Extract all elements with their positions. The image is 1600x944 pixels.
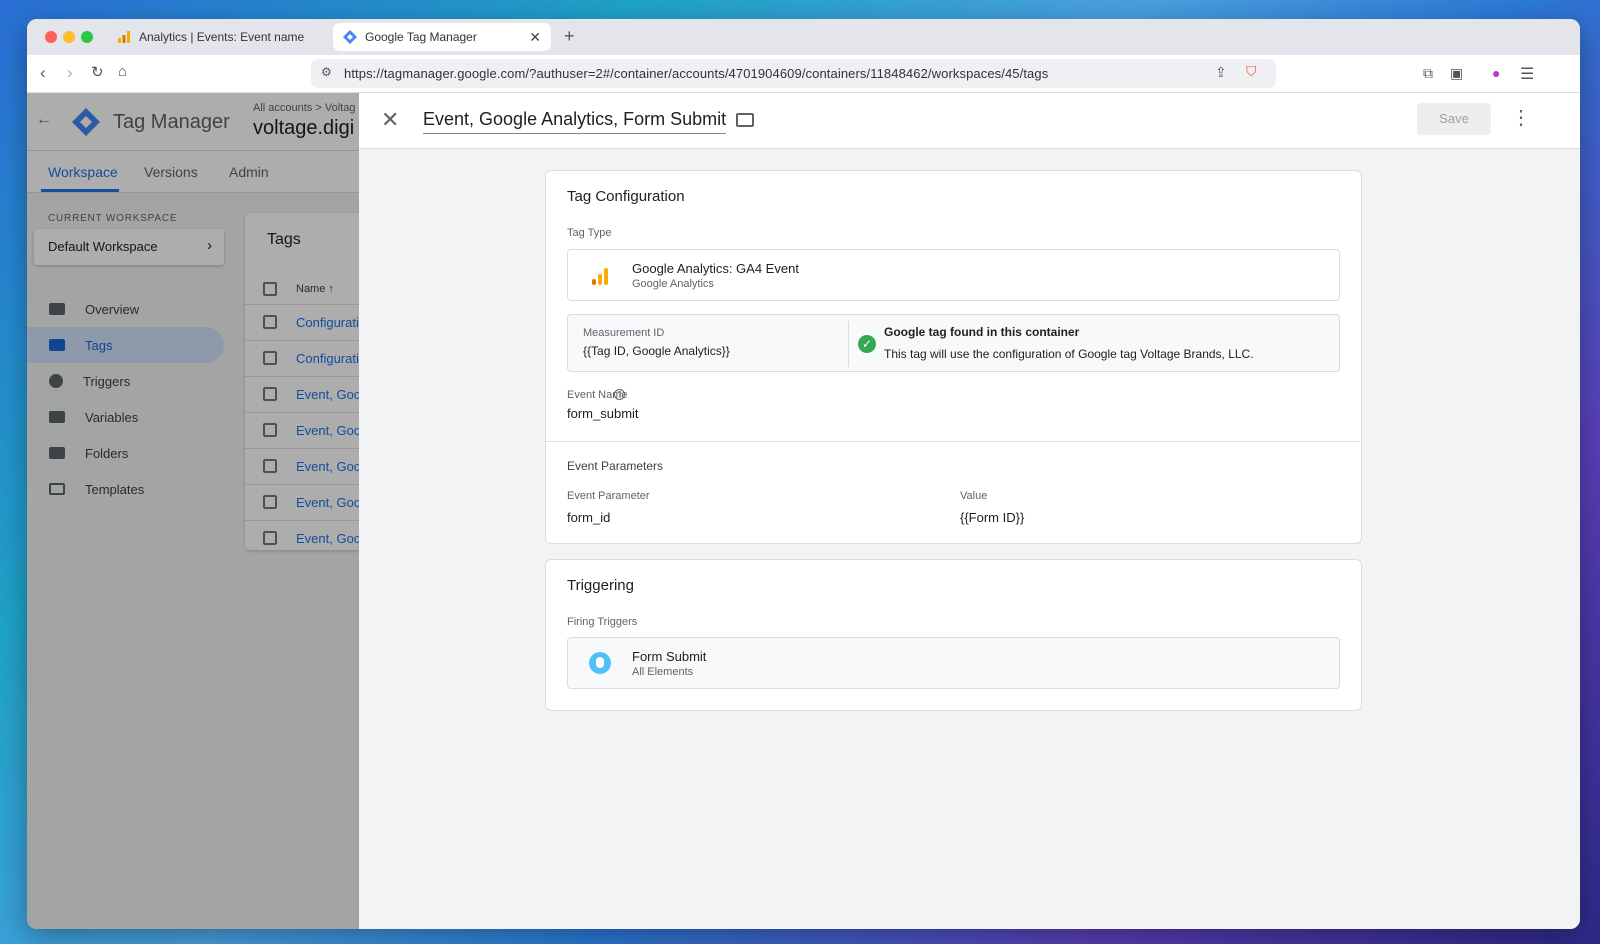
home-icon[interactable]: ⌂ xyxy=(118,63,127,80)
parameter-value: {{Form ID}} xyxy=(960,510,1025,525)
site-settings-icon[interactable]: ⚙ xyxy=(321,65,332,79)
check-circle-icon: ✓ xyxy=(858,335,876,353)
google-tag-found-desc: This tag will use the configuration of G… xyxy=(884,347,1254,361)
tab-tag-manager[interactable]: Google Tag Manager ✕ xyxy=(333,23,551,51)
triggering-card[interactable]: Triggering Firing Triggers Form Submit A… xyxy=(545,559,1362,711)
tag-type-name: Google Analytics: GA4 Event xyxy=(632,261,799,276)
tag-configuration-card[interactable]: Tag Configuration Tag Type Google Analyt… xyxy=(545,170,1362,544)
folder-icon[interactable] xyxy=(736,113,754,127)
analytics-icon xyxy=(118,31,130,43)
google-analytics-icon xyxy=(592,268,608,285)
trigger-item[interactable]: Form Submit All Elements xyxy=(567,637,1340,689)
brave-shield-icon[interactable]: ⛉ xyxy=(1246,63,1257,80)
tag-configuration-title: Tag Configuration xyxy=(567,188,685,205)
measurement-id-value[interactable]: {{Tag ID, Google Analytics}} xyxy=(583,344,730,358)
tab-bar: Analytics | Events: Event name Google Ta… xyxy=(27,19,1580,55)
measurement-id-label: Measurement ID xyxy=(583,327,665,339)
tag-type-vendor: Google Analytics xyxy=(632,278,714,290)
forward-icon[interactable]: › xyxy=(67,63,73,83)
event-parameter-column: Event Parameter xyxy=(567,490,650,502)
back-icon[interactable]: ‹ xyxy=(40,63,46,83)
event-parameters-title: Event Parameters xyxy=(567,459,664,473)
close-window-button[interactable] xyxy=(45,31,57,43)
more-vert-icon[interactable]: ⋮ xyxy=(1511,105,1531,130)
panel-header: ✕ Event, Google Analytics, Form Submit S… xyxy=(359,93,1580,149)
trigger-name: Form Submit xyxy=(632,649,707,664)
tab-analytics[interactable]: Analytics | Events: Event name xyxy=(107,23,317,51)
tag-title-input[interactable]: Event, Google Analytics, Form Submit xyxy=(423,109,727,134)
trigger-subtitle: All Elements xyxy=(632,666,694,678)
profile-icon[interactable]: ● xyxy=(1492,65,1500,81)
extensions-icon[interactable]: ⧉ xyxy=(1423,65,1433,82)
triggering-title: Triggering xyxy=(567,577,634,594)
tag-type-box[interactable]: Google Analytics: GA4 Event Google Analy… xyxy=(567,249,1340,301)
close-tab-icon[interactable]: ✕ xyxy=(529,29,541,46)
measurement-box: Measurement ID {{Tag ID, Google Analytic… xyxy=(567,314,1340,372)
minimize-window-button[interactable] xyxy=(63,31,75,43)
tab-label: Google Tag Manager xyxy=(365,30,477,44)
browser-toolbar: ‹ › ↻ ⌂ ⚙ https://tagmanager.google.com/… xyxy=(27,55,1580,93)
reload-icon[interactable]: ↻ xyxy=(91,63,104,81)
url-text: https://tagmanager.google.com/?authuser=… xyxy=(344,66,1049,81)
save-button[interactable]: Save xyxy=(1417,103,1491,135)
google-tag-found-title: Google tag found in this container xyxy=(884,325,1080,339)
gtm-app: ← Tag Manager All accounts > Voltag volt… xyxy=(27,93,1580,929)
tag-manager-icon xyxy=(343,30,357,44)
help-icon[interactable]: ? xyxy=(614,389,625,400)
zoom-window-button[interactable] xyxy=(81,31,93,43)
tag-type-label: Tag Type xyxy=(567,227,612,239)
event-name-value: form_submit xyxy=(567,406,639,421)
address-bar[interactable]: ⚙ https://tagmanager.google.com/?authuse… xyxy=(311,59,1276,88)
divider xyxy=(848,321,849,367)
parameter-name: form_id xyxy=(567,510,611,525)
browser-window: Analytics | Events: Event name Google Ta… xyxy=(27,19,1580,929)
firing-triggers-label: Firing Triggers xyxy=(567,616,638,628)
form-submit-icon xyxy=(589,652,611,674)
reader-icon[interactable]: ▣ xyxy=(1450,65,1463,82)
tab-label: Analytics | Events: Event name xyxy=(139,30,305,44)
new-tab-button[interactable]: + xyxy=(564,26,575,47)
tag-editor-panel: ✕ Event, Google Analytics, Form Submit S… xyxy=(359,93,1580,929)
value-column: Value xyxy=(960,490,988,502)
menu-icon[interactable]: ☰ xyxy=(1520,64,1534,84)
share-icon[interactable]: ⇪ xyxy=(1215,64,1227,81)
close-icon[interactable]: ✕ xyxy=(381,107,399,133)
divider xyxy=(546,441,1361,442)
